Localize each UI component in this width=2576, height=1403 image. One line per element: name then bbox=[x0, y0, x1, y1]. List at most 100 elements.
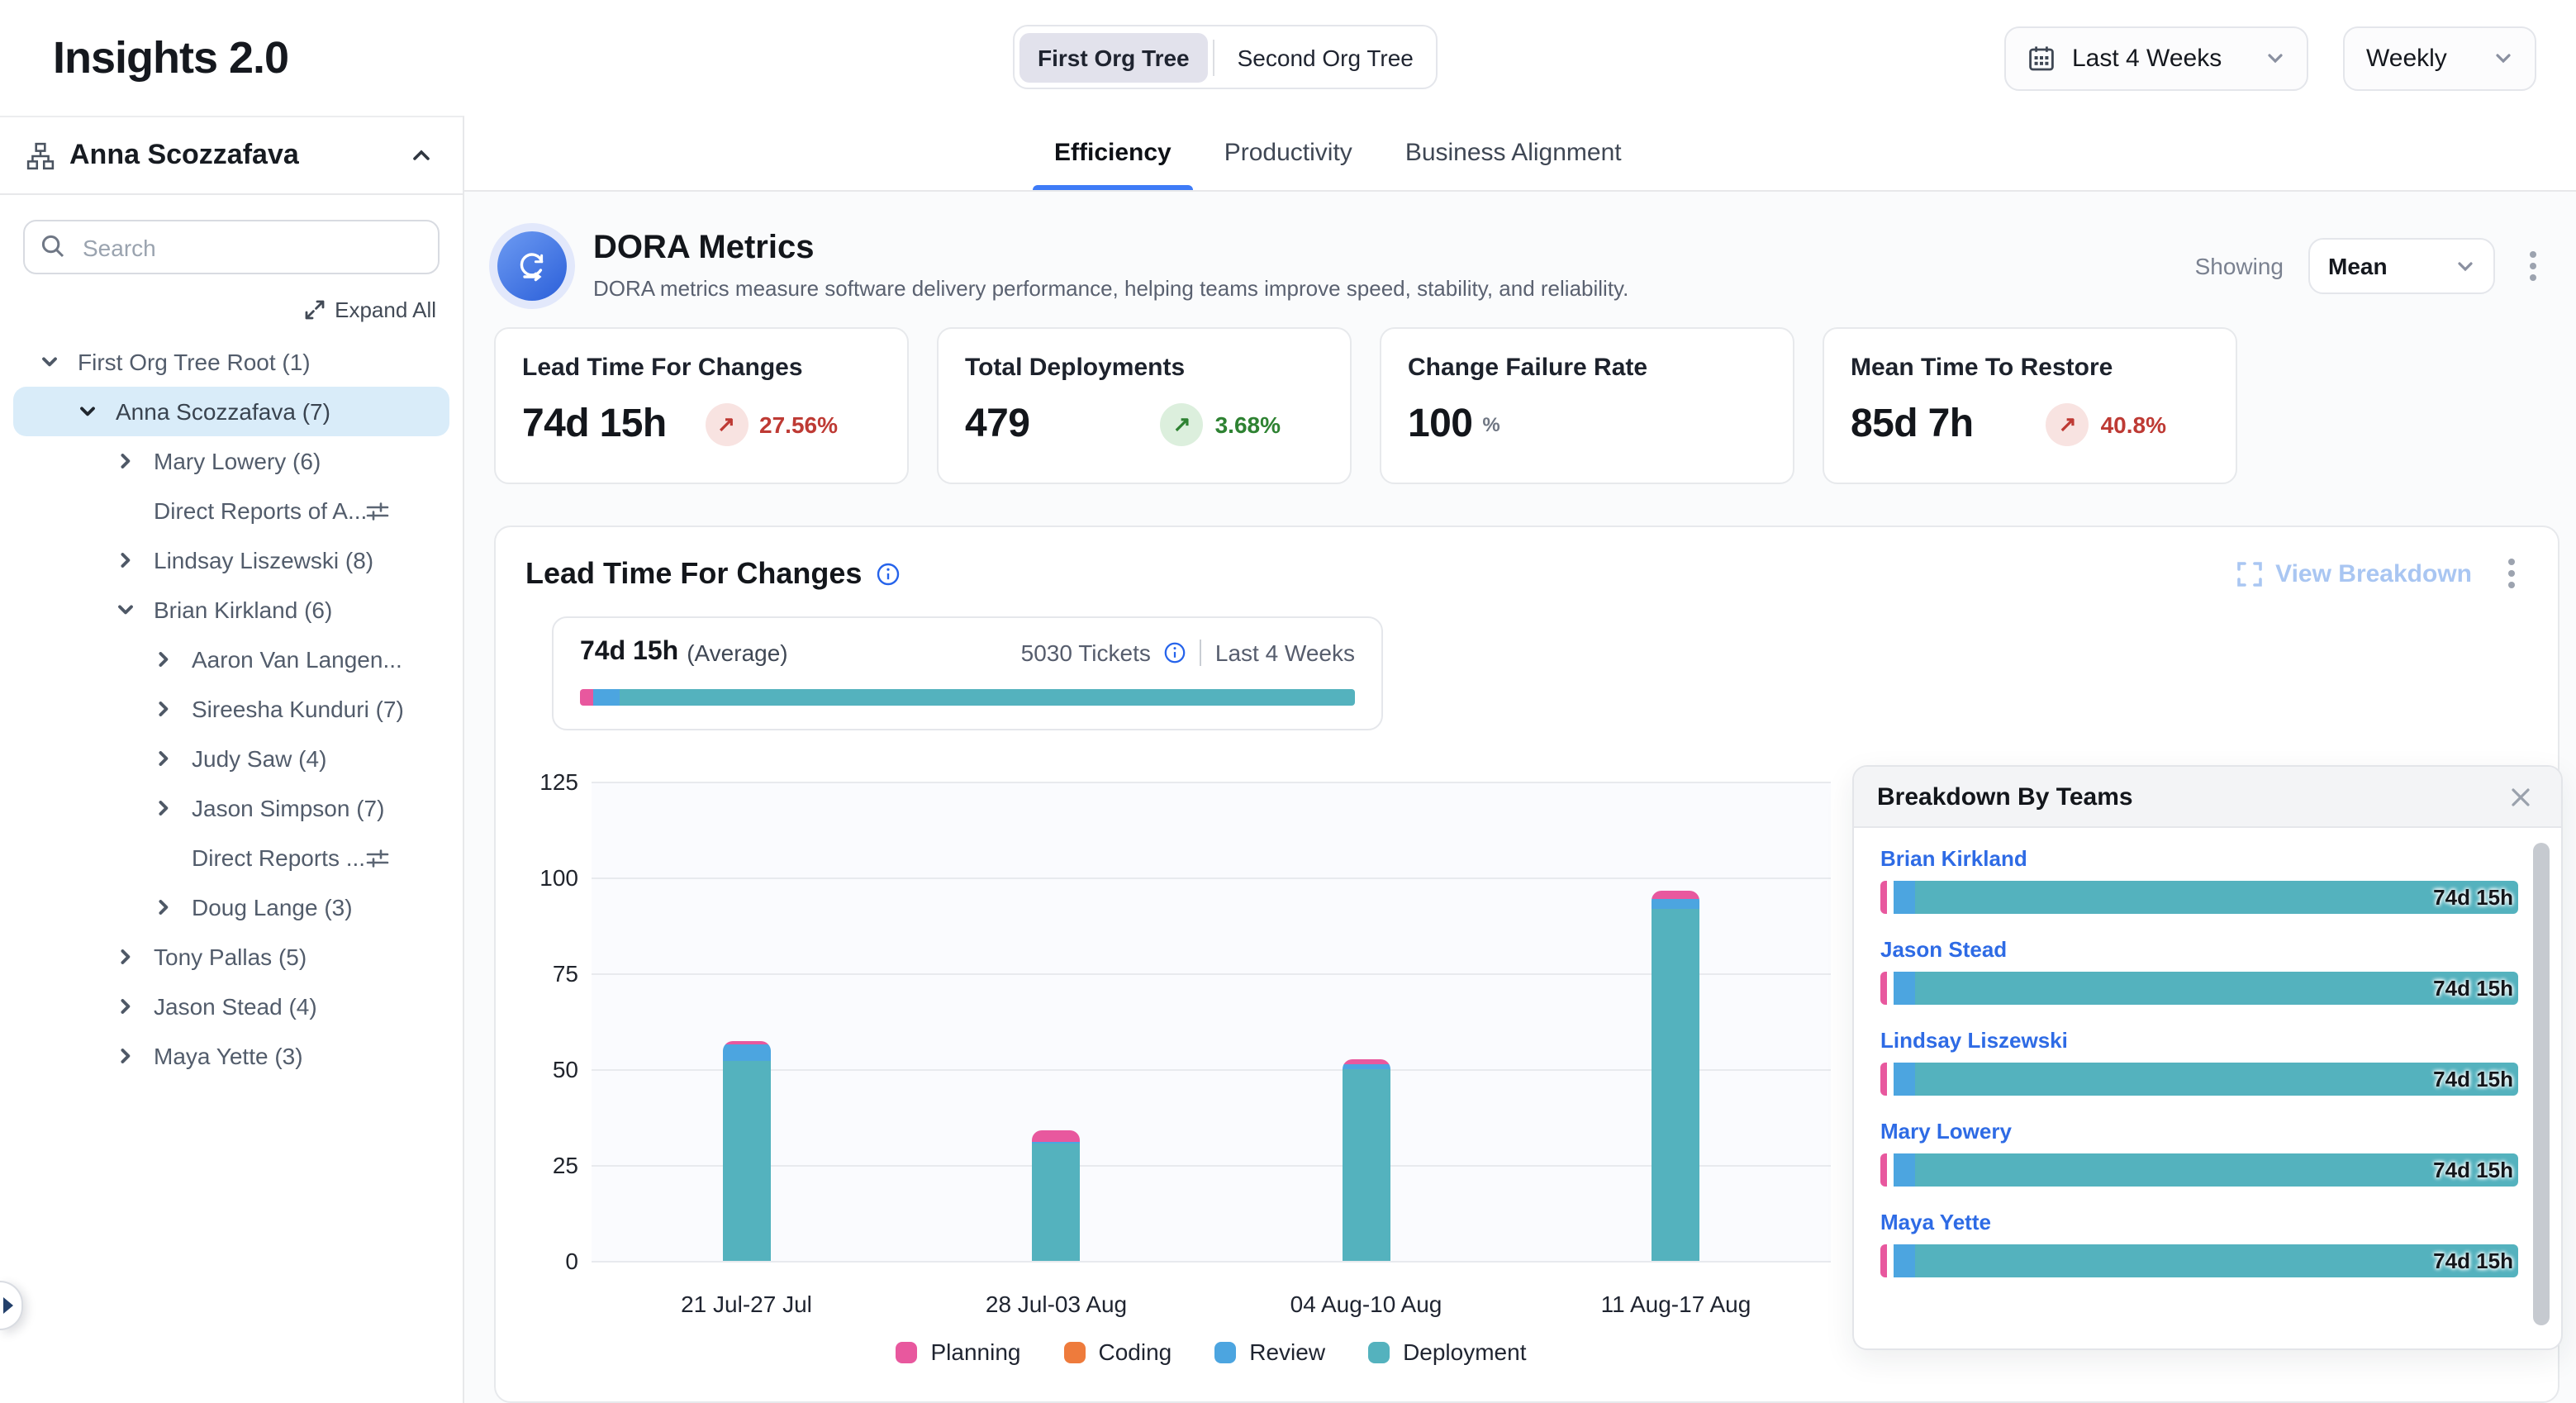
tree-item-lindsay-liszewski-8[interactable]: Lindsay Liszewski (8) bbox=[13, 535, 449, 585]
tree-item-label: Lindsay Liszewski (8) bbox=[154, 547, 373, 573]
search-input[interactable] bbox=[23, 220, 440, 274]
metric-card-unit: % bbox=[1482, 413, 1499, 436]
info-icon[interactable] bbox=[875, 561, 900, 586]
tree-item-mary-lowery-6[interactable]: Mary Lowery (6) bbox=[13, 436, 449, 486]
tree-item-jason-simpson-7[interactable]: Jason Simpson (7) bbox=[13, 783, 449, 833]
tree-item-label: Mary Lowery (6) bbox=[154, 448, 321, 474]
chevron-right-icon[interactable] bbox=[112, 947, 139, 967]
legend-item-deployment[interactable]: Deployment bbox=[1368, 1339, 1526, 1365]
expand-all-button[interactable]: Expand All bbox=[0, 281, 463, 329]
tree-item-aaron-van-langen[interactable]: Aaron Van Langen... bbox=[13, 635, 449, 684]
average-value: 74d 15h bbox=[580, 638, 678, 668]
chevron-right-icon[interactable] bbox=[112, 1046, 139, 1066]
chevron-down-icon[interactable] bbox=[74, 402, 101, 421]
sidebar-collapse-handle[interactable] bbox=[0, 1281, 23, 1330]
tree-item-label: Jason Simpson (7) bbox=[192, 795, 384, 821]
team-name-link[interactable]: Jason Stead bbox=[1880, 937, 2007, 962]
tab-business-alignment[interactable]: Business Alignment bbox=[1400, 116, 1627, 190]
showing-select[interactable]: Mean bbox=[2308, 237, 2495, 293]
team-bar-segment-deployment bbox=[1915, 881, 2518, 914]
metric-card-value: 100 bbox=[1408, 402, 1472, 448]
team-bar: 74d 15h bbox=[1880, 972, 2518, 1005]
team-name-link[interactable]: Maya Yette bbox=[1880, 1210, 1991, 1234]
tree-item-direct-reports[interactable]: Direct Reports ... bbox=[13, 833, 449, 882]
chart-legend: Planning Coding Review Deployment bbox=[592, 1339, 1831, 1365]
legend-item-planning[interactable]: Planning bbox=[896, 1339, 1021, 1365]
date-range-value: Last 4 Weeks bbox=[2072, 44, 2222, 72]
view-breakdown-label: View Breakdown bbox=[2275, 559, 2472, 587]
sidebar-collapse-chevron-up-icon[interactable] bbox=[406, 140, 436, 170]
dora-kebab-menu-icon[interactable] bbox=[2520, 244, 2546, 287]
date-range-select[interactable]: Last 4 Weeks bbox=[2004, 26, 2308, 90]
tree-item-doug-lange-3[interactable]: Doug Lange (3) bbox=[13, 882, 449, 932]
calendar-icon bbox=[2027, 44, 2056, 72]
info-icon[interactable] bbox=[1164, 641, 1187, 664]
org-sidebar: Anna Scozzafava Expand All First Org Tre… bbox=[0, 116, 464, 1403]
tree-item-label: Direct Reports of A... bbox=[154, 497, 365, 524]
team-name-link[interactable]: Lindsay Liszewski bbox=[1880, 1028, 2068, 1053]
tree-item-direct-reports-of-a[interactable]: Direct Reports of A... bbox=[13, 486, 449, 535]
gridline bbox=[592, 877, 1831, 879]
chevron-down-icon bbox=[2455, 255, 2475, 275]
chevron-down-icon[interactable] bbox=[36, 352, 63, 372]
lead-time-panel: Lead Time For Changes View Breakdown bbox=[494, 526, 2559, 1403]
granularity-select[interactable]: Weekly bbox=[2343, 26, 2536, 90]
average-note: (Average) bbox=[687, 640, 787, 666]
team-name-link[interactable]: Mary Lowery bbox=[1880, 1119, 2012, 1144]
chevron-right-icon[interactable] bbox=[150, 649, 177, 669]
legend-item-review[interactable]: Review bbox=[1214, 1339, 1325, 1365]
trend-delta-value: 40.8% bbox=[2101, 411, 2166, 438]
chevron-right-icon[interactable] bbox=[112, 550, 139, 570]
tree-item-tony-pallas-5[interactable]: Tony Pallas (5) bbox=[13, 932, 449, 982]
chevron-right-icon[interactable] bbox=[150, 798, 177, 818]
lead-time-kebab-menu-icon[interactable] bbox=[2498, 552, 2525, 595]
tab-productivity[interactable]: Productivity bbox=[1219, 116, 1357, 190]
tree-item-label: Anna Scozzafava (7) bbox=[116, 398, 330, 425]
tree-item-jason-stead-4[interactable]: Jason Stead (4) bbox=[13, 982, 449, 1031]
dora-description: DORA metrics measure software delivery p… bbox=[593, 276, 1628, 301]
filter-sliders-icon[interactable] bbox=[365, 498, 390, 523]
chevron-right-icon[interactable] bbox=[112, 451, 139, 471]
org-tree-toggle: First Org Tree Second Org Tree bbox=[1013, 25, 1438, 89]
tree-item-brian-kirkland-6[interactable]: Brian Kirkland (6) bbox=[13, 585, 449, 635]
metric-card-value: 479 bbox=[965, 402, 1029, 448]
showing-value: Mean bbox=[2328, 252, 2388, 278]
team-row-lindsay-liszewski: Lindsay Liszewski 74d 15h bbox=[1880, 1026, 2518, 1096]
tab-bar: Efficiency Productivity Business Alignment bbox=[464, 116, 2576, 192]
chevron-right-icon[interactable] bbox=[112, 996, 139, 1016]
chevron-down-icon[interactable] bbox=[112, 600, 139, 620]
filter-sliders-icon[interactable] bbox=[365, 845, 390, 870]
metric-card-lead-time-for-changes: Lead Time For Changes74d 15h↗27.56% bbox=[494, 327, 909, 484]
tree-item-maya-yette-3[interactable]: Maya Yette (3) bbox=[13, 1031, 449, 1081]
breakdown-title: Breakdown By Teams bbox=[1877, 782, 2133, 811]
legend-item-coding[interactable]: Coding bbox=[1064, 1339, 1172, 1365]
tree-item-sireesha-kunduri-7[interactable]: Sireesha Kunduri (7) bbox=[13, 684, 449, 734]
team-bar-segment-planning bbox=[1880, 1153, 1887, 1187]
toggle-first-org-tree[interactable]: First Org Tree bbox=[1019, 32, 1208, 82]
tab-efficiency[interactable]: Efficiency bbox=[1049, 116, 1176, 190]
team-bar-segment-planning bbox=[1880, 881, 1887, 914]
toggle-second-org-tree[interactable]: Second Org Tree bbox=[1219, 32, 1432, 82]
chevron-right-icon[interactable] bbox=[150, 749, 177, 768]
team-name-link[interactable]: Brian Kirkland bbox=[1880, 846, 2027, 871]
tree-item-anna-scozzafava-7[interactable]: Anna Scozzafava (7) bbox=[13, 387, 449, 436]
lead-time-title: Lead Time For Changes bbox=[525, 556, 862, 591]
chevron-right-icon[interactable] bbox=[150, 699, 177, 719]
view-breakdown-button[interactable]: View Breakdown bbox=[2237, 559, 2472, 587]
avg-bar-segment-planning bbox=[580, 689, 594, 706]
tree-item-judy-saw-4[interactable]: Judy Saw (4) bbox=[13, 734, 449, 783]
team-row-brian-kirkland: Brian Kirkland74d 15h bbox=[1880, 844, 2518, 914]
chevron-right-icon[interactable] bbox=[150, 897, 177, 917]
trend-up-arrow-icon: ↗ bbox=[1161, 403, 1204, 446]
close-icon[interactable] bbox=[2503, 779, 2538, 814]
x-axis-label: 11 Aug-17 Aug bbox=[1601, 1291, 1751, 1317]
app-title: Insights 2.0 bbox=[53, 32, 288, 83]
expand-icon bbox=[2237, 561, 2262, 586]
metric-card-title: Lead Time For Changes bbox=[522, 354, 881, 382]
scrollbar-thumb[interactable] bbox=[2533, 843, 2550, 1325]
team-bar-segment-review bbox=[1894, 1153, 1915, 1187]
bar-segment-deployment bbox=[1343, 1069, 1390, 1261]
tree-item-first-org-tree-root-1[interactable]: First Org Tree Root (1) bbox=[13, 337, 449, 387]
tickets-count: 5030 Tickets bbox=[1021, 640, 1151, 666]
team-bar: 74d 15h bbox=[1880, 1063, 2518, 1096]
